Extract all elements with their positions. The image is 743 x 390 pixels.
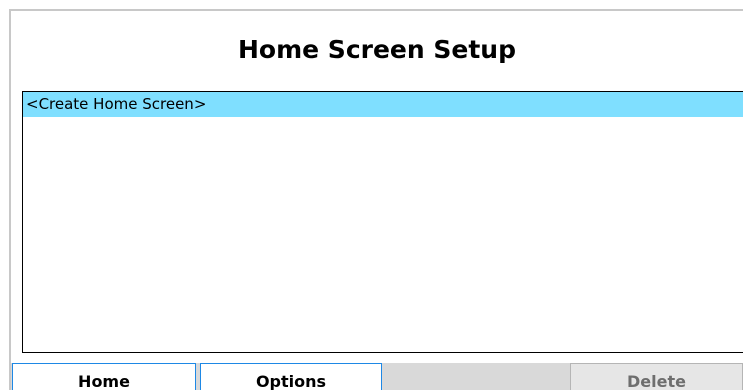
softkey-bar: Home Options Delete	[11, 363, 743, 390]
options-softkey-button[interactable]: Options	[200, 363, 382, 390]
delete-softkey-button[interactable]: Delete	[570, 363, 743, 390]
page-title: Home Screen Setup	[238, 35, 516, 64]
home-screen-list[interactable]: <Create Home Screen>	[22, 91, 743, 353]
list-item-create-home-screen[interactable]: <Create Home Screen>	[23, 92, 743, 117]
home-softkey-button[interactable]: Home	[12, 363, 196, 390]
